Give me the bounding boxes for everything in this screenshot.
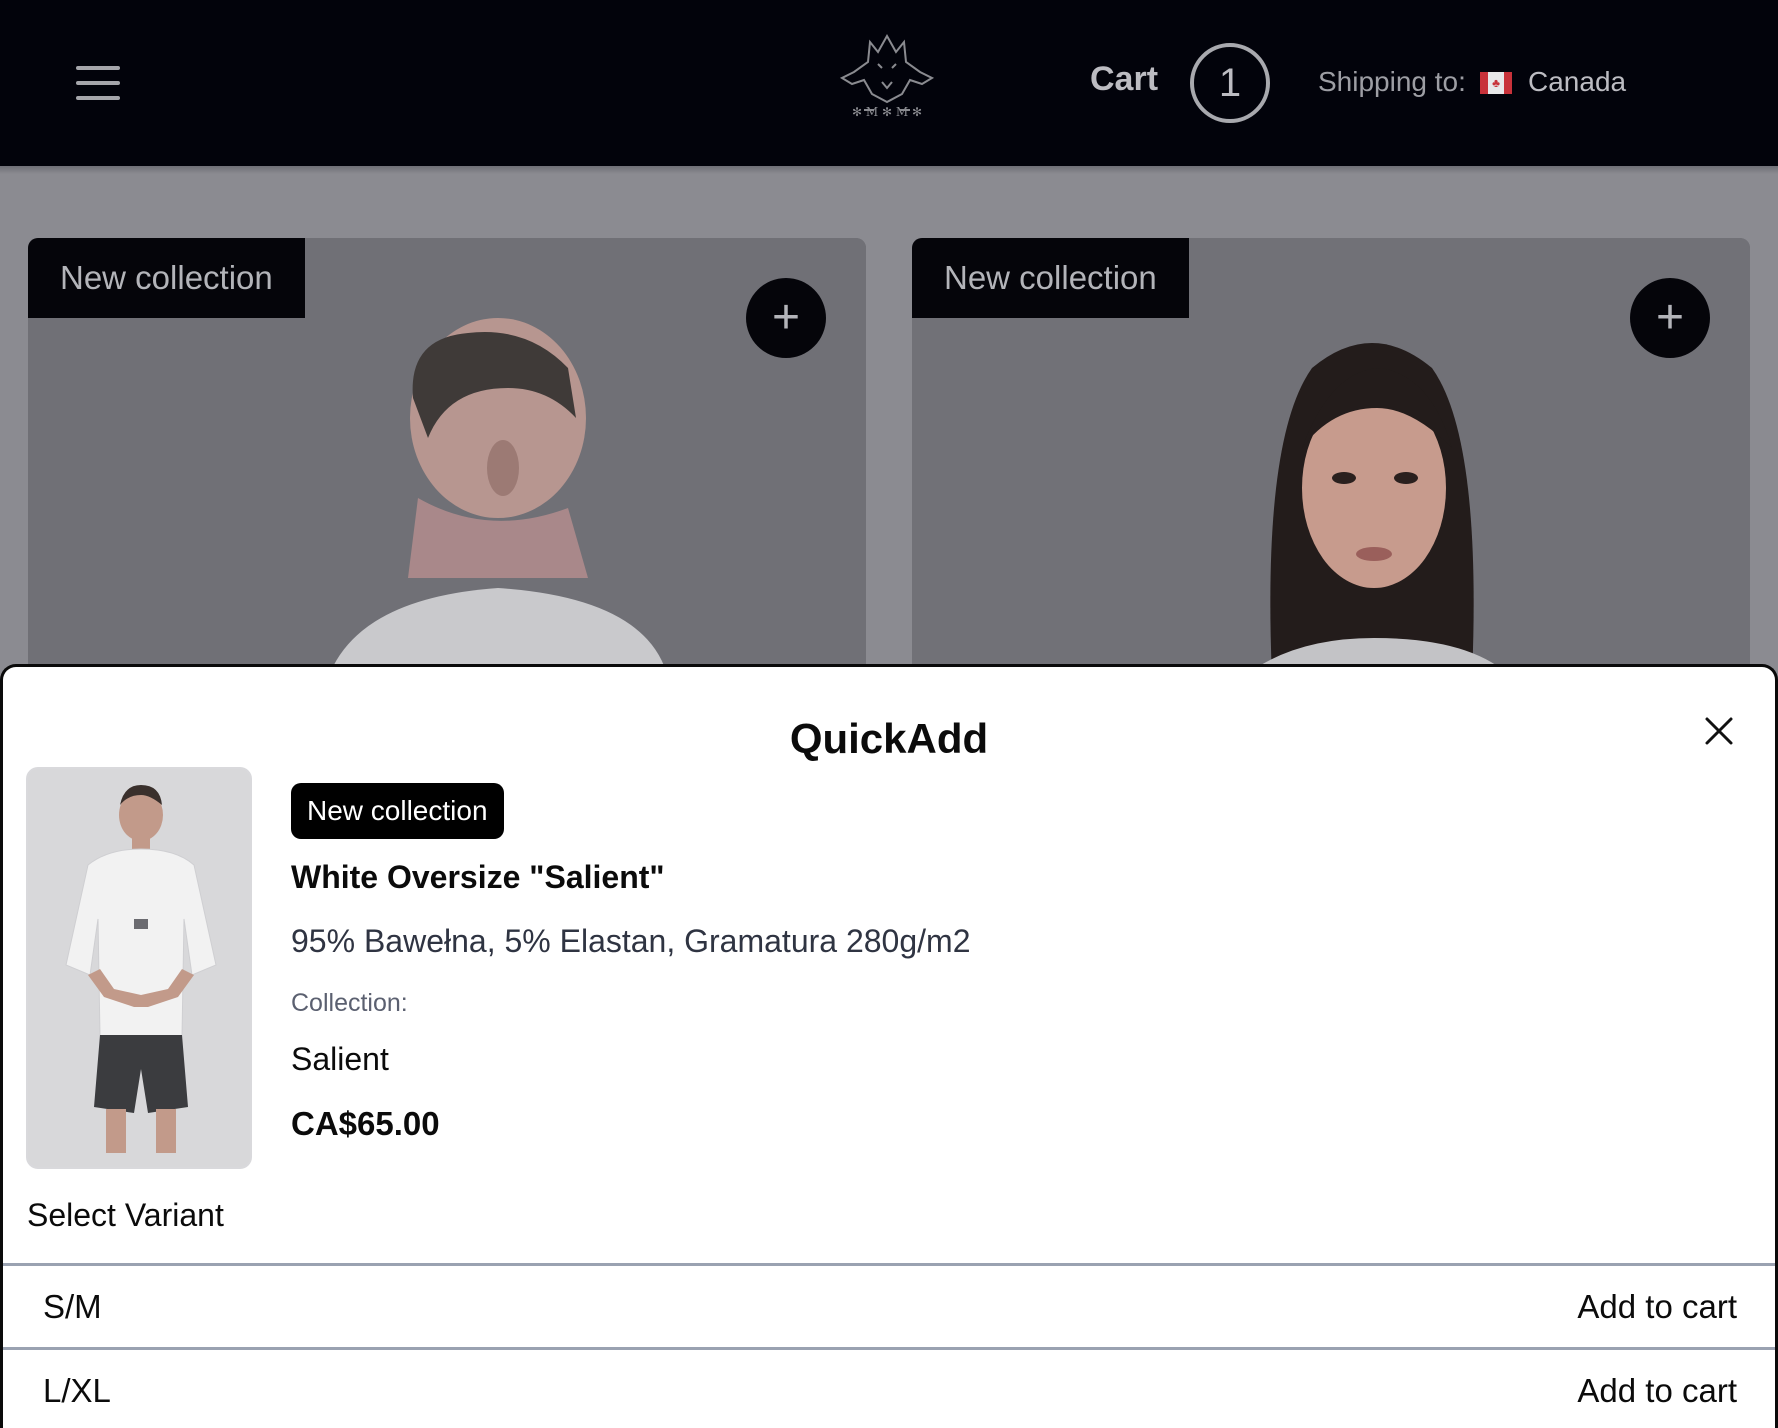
add-to-cart-button[interactable]: Add to cart <box>1577 1372 1737 1410</box>
shipping-country[interactable]: Canada <box>1528 66 1626 98</box>
svg-text:✻ M ✻ M ✻: ✻ M ✻ M ✻ <box>852 105 922 119</box>
variant-size: L/XL <box>43 1371 111 1409</box>
product-badge: New collection <box>912 238 1189 318</box>
product-card[interactable]: New collection + <box>912 238 1750 678</box>
modal-title: QuickAdd <box>789 715 989 762</box>
site-header: ✻ M ✻ M ✻ Cart 1 Shipping to: ♣ Canada <box>0 0 1778 166</box>
variant-row-l-xl[interactable]: L/XL Add to cart <box>3 1347 1775 1428</box>
quickadd-modal: QuickAdd New collection White Oversize "… <box>0 664 1778 1428</box>
product-card[interactable]: New collection + <box>28 238 866 678</box>
cart-label[interactable]: Cart <box>1090 60 1158 99</box>
product-badge: New collection <box>28 238 305 318</box>
variant-row-s-m[interactable]: S/M Add to cart <box>3 1263 1775 1347</box>
header-divider <box>0 166 1778 174</box>
collection-label: Collection: <box>291 989 408 1017</box>
shipping-label: Shipping to: <box>1318 66 1466 97</box>
plus-icon[interactable]: + <box>1630 278 1710 358</box>
close-icon[interactable] <box>1703 715 1735 747</box>
product-thumbnail <box>26 767 252 1169</box>
collection-value: Salient <box>291 1041 389 1077</box>
logo-icon[interactable]: ✻ M ✻ M ✻ <box>834 32 940 124</box>
add-to-cart-button[interactable]: Add to cart <box>1577 1288 1737 1326</box>
cart-count-badge[interactable]: 1 <box>1190 43 1270 123</box>
product-thumbnail-image <box>28 769 250 1167</box>
canada-flag-icon[interactable]: ♣ <box>1480 72 1512 94</box>
menu-bar <box>76 66 120 70</box>
hamburger-menu-icon[interactable] <box>76 66 120 100</box>
plus-icon[interactable]: + <box>746 278 826 358</box>
new-collection-badge: New collection <box>291 783 504 839</box>
select-variant-label: Select Variant <box>27 1197 224 1233</box>
product-name: White Oversize "Salient" <box>291 859 665 895</box>
product-price: CA$65.00 <box>291 1105 440 1142</box>
product-description: 95% Bawełna, 5% Elastan, Gramatura 280g/… <box>291 923 971 959</box>
menu-bar <box>76 81 120 85</box>
variant-size: S/M <box>43 1287 102 1325</box>
menu-bar <box>76 96 120 100</box>
